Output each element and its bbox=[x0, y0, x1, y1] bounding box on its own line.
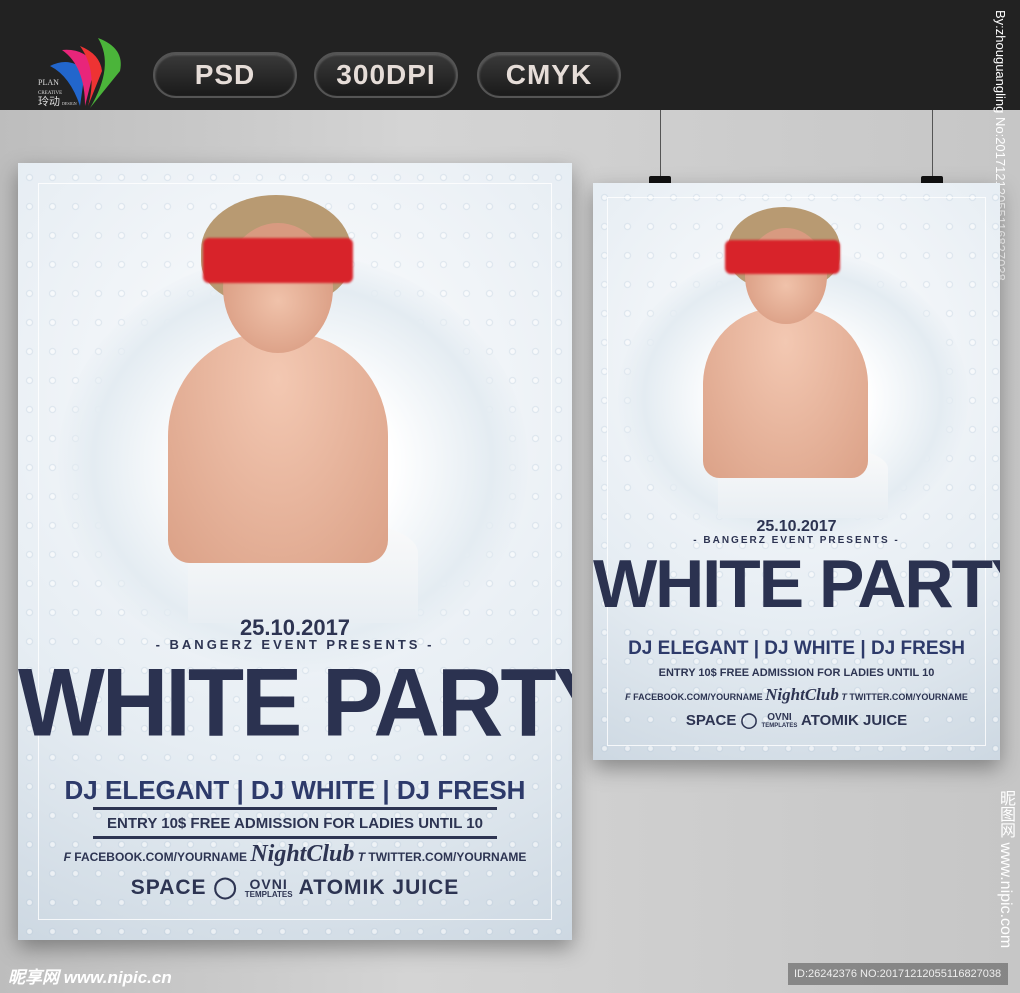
poster-small: 25.10.2017 - BANGERZ EVENT PRESENTS - WH… bbox=[593, 183, 1000, 760]
ovni-logo-icon: ◯ bbox=[213, 876, 238, 899]
ovni-templates-logo: OVNI TEMPLATES bbox=[244, 876, 293, 900]
red-lace-mask bbox=[725, 240, 840, 274]
watermark-bottom-left: 昵享网 www.nipic.cn bbox=[8, 968, 172, 987]
logo-text: PLAN CREATIVE 玲动 DESIGN bbox=[38, 78, 77, 108]
watermark-right-bottom: 昵图网 www.nipic.com bbox=[997, 790, 1014, 949]
entry-text: ENTRY 10$ FREE ADMISSION FOR LADIES UNTI… bbox=[107, 815, 483, 832]
divider bbox=[93, 807, 497, 810]
social-line: F FACEBOOK.COM/YOURNAME NightClub T TWIT… bbox=[63, 841, 527, 867]
ovni-templates-logo: OVNI TEMPLATES bbox=[761, 712, 798, 730]
twitter-icon: T bbox=[357, 850, 366, 864]
social-line: F FACEBOOK.COM/YOURNAME NightClub T TWIT… bbox=[625, 685, 968, 704]
twitter-icon: T bbox=[841, 692, 847, 702]
entry-text: ENTRY 10$ FREE ADMISSION FOR LADIES UNTI… bbox=[658, 667, 935, 679]
ovni-logo-icon: ◯ bbox=[740, 712, 758, 729]
poster-title: WHITE PARTY bbox=[18, 649, 572, 757]
poster-large: 25.10.2017 - BANGERZ EVENT PRESENTS - WH… bbox=[18, 163, 572, 940]
dj-lineup: DJ ELEGANT | DJ WHITE | DJ FRESH bbox=[64, 775, 526, 805]
facebook-icon: F bbox=[625, 692, 631, 702]
watermark-bottom-right: ID:26242376 NO:20171212055116827038 bbox=[788, 963, 1008, 985]
sponsor-logos: SPACE ◯ OVNI TEMPLATES ATOMIK JUICE bbox=[685, 712, 908, 730]
poster-title: WHITE PARTY bbox=[593, 546, 1000, 622]
event-date: 25.10.2017 bbox=[756, 518, 837, 535]
dj-lineup: DJ ELEGANT | DJ WHITE | DJ FRESH bbox=[628, 638, 965, 659]
hanging-string bbox=[932, 110, 933, 180]
divider bbox=[93, 836, 497, 839]
badge-psd: PSD bbox=[153, 52, 297, 98]
hanging-string bbox=[660, 110, 661, 180]
sponsor-logos: SPACE ◯ OVNI TEMPLATES ATOMIK JUICE bbox=[130, 876, 460, 900]
facebook-icon: F bbox=[63, 850, 71, 864]
top-bar: PLAN CREATIVE 玲动 DESIGN PSD 300DPI CMYK bbox=[0, 0, 1020, 110]
badge-cmyk: CMYK bbox=[477, 52, 621, 98]
red-lace-mask bbox=[203, 238, 353, 283]
badge-dpi: 300DPI bbox=[314, 52, 458, 98]
